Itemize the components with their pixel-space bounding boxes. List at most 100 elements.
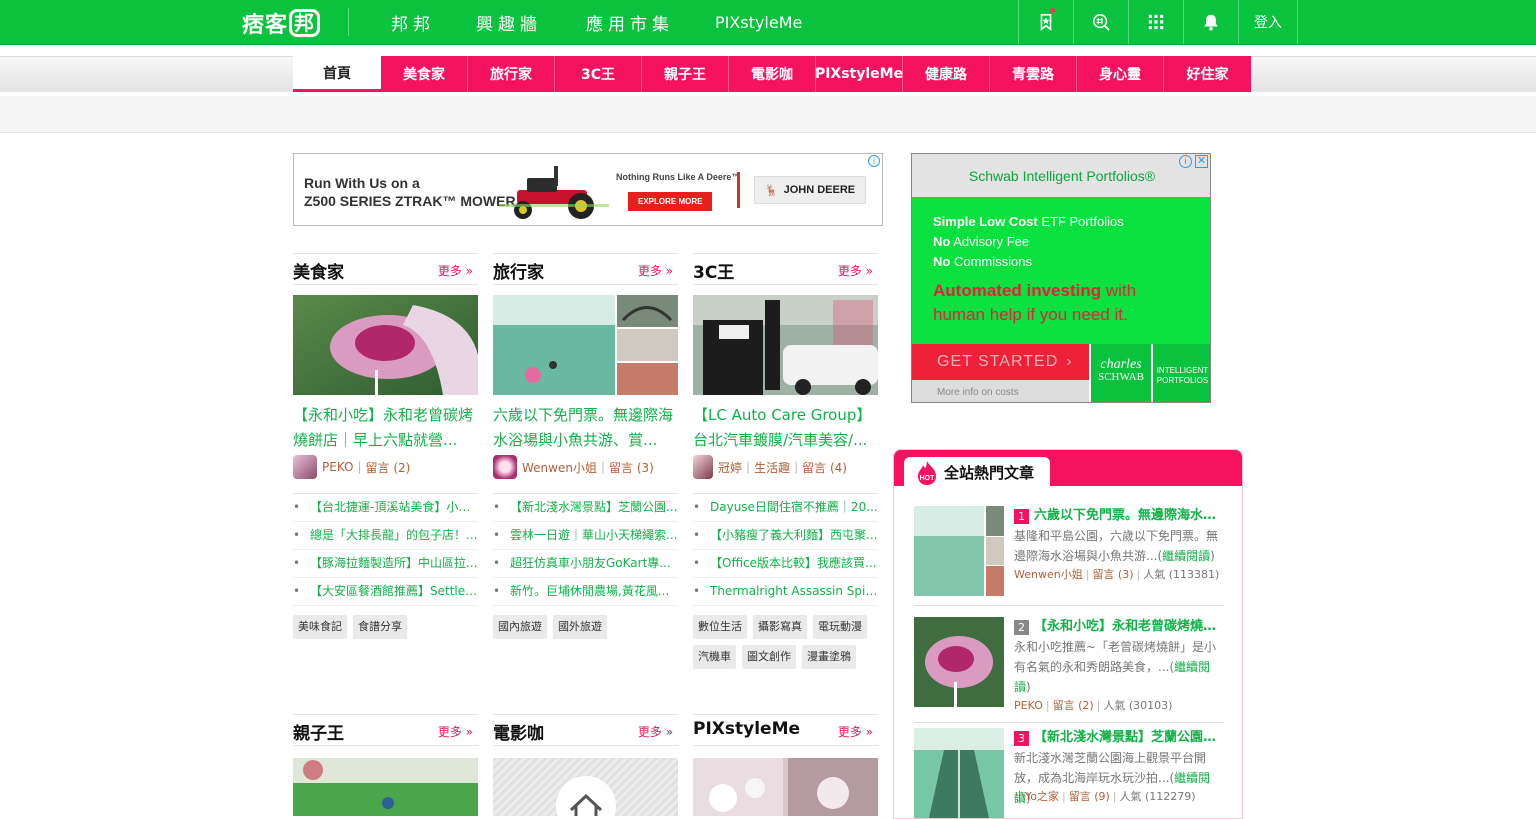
list-item[interactable]: 新竹。巨埔休閒農場,黃花風... xyxy=(493,578,678,606)
brand-line-1: charles xyxy=(1100,357,1142,372)
list-item[interactable]: 【台北捷運-頂溪站美食】小吃... xyxy=(293,494,478,522)
hot-article-thumbnail[interactable] xyxy=(914,506,1004,596)
pixnet-logo[interactable]: 痞客邦 xyxy=(242,8,321,38)
avatar[interactable] xyxy=(493,455,517,479)
bell-icon[interactable] xyxy=(1183,0,1238,44)
close-icon[interactable]: ✕ xyxy=(1195,155,1208,168)
author-name[interactable]: PEKO xyxy=(322,460,353,474)
placeholder-thumbnail[interactable] xyxy=(493,758,678,816)
more-link[interactable]: 更多 » xyxy=(838,262,873,279)
category-tab-mind[interactable]: 身心靈 xyxy=(1077,56,1164,92)
author-name[interactable]: 小Yo之家 xyxy=(1014,790,1059,803)
feature-thumbnail[interactable] xyxy=(693,758,878,816)
get-started-button[interactable]: GET STARTED › xyxy=(912,344,1089,380)
feature-title[interactable]: 六歲以下免門票。無邊際海水浴場與小魚共游、賞... xyxy=(493,403,678,453)
comment-count[interactable]: 留言 (3) xyxy=(1092,568,1133,581)
article-list: Dayuse日間住宿不推薦｜20... 【小豬瘦了義大利麵】西屯聚... 【Of… xyxy=(693,493,878,606)
list-item[interactable]: 【大安區餐酒館推薦】Settle ... xyxy=(293,578,478,606)
more-link[interactable]: 更多 » xyxy=(638,723,673,740)
hot-article-thumbnail[interactable] xyxy=(914,728,1004,818)
feature-thumbnail[interactable] xyxy=(493,295,678,395)
list-item[interactable]: Thermalright Assassin Spirit ... xyxy=(693,578,878,606)
meta-divider: | xyxy=(794,460,799,474)
continue-reading-link[interactable]: 繼續閱讀 xyxy=(1162,549,1210,563)
comment-count[interactable]: 留言 (2) xyxy=(1053,699,1094,712)
category-tab-pixstyleme[interactable]: PIXstyleMe xyxy=(815,56,903,92)
feature-title[interactable]: 【永和小吃】永和老曾碳烤燒餅店｜早上六點就營... xyxy=(293,403,478,453)
side-ad[interactable]: Schwab Intelligent Portfolios® Simple Lo… xyxy=(911,153,1211,403)
author-name[interactable]: Wenwen小姐 xyxy=(1014,568,1083,581)
comment-count[interactable]: 留言 (3) xyxy=(609,459,654,476)
category-tab-3c[interactable]: 3C王 xyxy=(555,56,642,92)
more-link[interactable]: 更多 » xyxy=(438,723,473,740)
hot-article-item[interactable]: 3 【新北淺水灣景點】芝蘭公園海上... 新北淺水灣芝蘭公園海上觀景平台開放，成… xyxy=(914,728,1224,818)
comment-count[interactable]: 留言 (2) xyxy=(366,459,411,476)
category-tab-movie[interactable]: 電影咖 xyxy=(729,56,816,92)
meta-divider: | xyxy=(357,460,362,474)
tag-button[interactable]: 美味食記 xyxy=(293,615,347,639)
category-tab-home[interactable]: 首頁 xyxy=(293,56,381,92)
topnav-interest-wall[interactable]: 興趣牆 xyxy=(476,0,542,44)
author-name[interactable]: Wenwen小姐 xyxy=(522,459,597,476)
more-info-link[interactable]: More info on costs xyxy=(912,380,1089,402)
tag-button[interactable]: 國外旅遊 xyxy=(553,615,607,639)
author-name[interactable]: 冠婷 xyxy=(718,459,742,476)
hot-article-title[interactable]: 六歲以下免門票。無邊際海水浴... xyxy=(1034,506,1224,526)
hot-article-thumbnail[interactable] xyxy=(914,617,1004,707)
avatar[interactable] xyxy=(693,455,713,479)
more-link[interactable]: 更多 » xyxy=(638,262,673,279)
category-tab-health[interactable]: 健康路 xyxy=(903,56,990,92)
adchoices-icon[interactable]: i xyxy=(868,155,880,167)
list-item[interactable]: 【豚海拉麵製造所】中山區拉... xyxy=(293,550,478,578)
ad-explore-button[interactable]: EXPLORE MORE xyxy=(628,192,713,211)
apps-grid-icon[interactable] xyxy=(1128,0,1183,44)
tag-button[interactable]: 食譜分享 xyxy=(353,615,407,639)
comment-count[interactable]: 留言 (9) xyxy=(1069,790,1110,803)
feature-thumbnail[interactable] xyxy=(693,295,878,395)
tag-button[interactable]: 漫畫塗鴉 xyxy=(802,645,856,669)
author-category[interactable]: 生活趣 xyxy=(754,459,790,476)
search-hash-icon[interactable] xyxy=(1073,0,1128,44)
comment-count[interactable]: 留言 (4) xyxy=(802,459,847,476)
feature-thumbnail[interactable] xyxy=(293,758,478,816)
topnav-bangbang[interactable]: 邦邦 xyxy=(391,0,435,44)
list-item[interactable]: 【小豬瘦了義大利麵】西屯聚... xyxy=(693,522,878,550)
tag-button[interactable]: 國內旅遊 xyxy=(493,615,547,639)
tag-button[interactable]: 圖文創作 xyxy=(742,645,796,669)
feature-thumbnail[interactable] xyxy=(293,295,478,395)
author-name[interactable]: PEKO xyxy=(1014,699,1043,712)
topnav-app-market[interactable]: 應用市集 xyxy=(586,0,674,44)
category-tab-parenting[interactable]: 親子王 xyxy=(642,56,729,92)
feature-meta: 冠婷 | 生活趣 | 留言 (4) xyxy=(693,455,847,479)
ad-line-2-bold: No xyxy=(933,234,951,249)
list-item[interactable]: 超狂仿真車小朋友GoKart專... xyxy=(493,550,678,578)
hot-article-title[interactable]: 【永和小吃】永和老曾碳烤燒餅店... xyxy=(1034,617,1224,637)
category-tab-home-living[interactable]: 好住家 xyxy=(1164,56,1251,92)
tag-button[interactable]: 攝影寫真 xyxy=(753,615,807,639)
topnav-pixstyleme[interactable]: PIXstyleMe xyxy=(715,0,802,44)
more-link[interactable]: 更多 » xyxy=(838,723,873,740)
tag-button[interactable]: 電玩動漫 xyxy=(813,615,867,639)
tag-button[interactable]: 數位生活 xyxy=(693,615,747,639)
list-item[interactable]: 總是「大排長龍」的包子店！... xyxy=(293,522,478,550)
feature-title[interactable]: 【LC Auto Care Group】台北汽車鍍膜/汽車美容/... xyxy=(693,403,878,453)
bookmark-star-icon[interactable] xyxy=(1018,0,1073,44)
avatar[interactable] xyxy=(293,455,317,479)
list-item[interactable]: 【Office版本比較】我應該買... xyxy=(693,550,878,578)
list-item[interactable]: 雲林一日遊｜華山小天梯繩索... xyxy=(493,522,678,550)
more-link[interactable]: 更多 » xyxy=(438,262,473,279)
hot-article-item[interactable]: 1 六歲以下免門票。無邊際海水浴... 基隆和平島公園，六歲以下免門票。無邊際海… xyxy=(914,506,1224,606)
category-tab-food[interactable]: 美食家 xyxy=(381,56,468,92)
banner-ad[interactable]: Run With Us on a Z500 SERIES ZTRAK™ MOWE… xyxy=(293,153,883,226)
category-tab-career[interactable]: 青雲路 xyxy=(990,56,1077,92)
meta-divider: | xyxy=(746,460,751,474)
login-button[interactable]: 登入 xyxy=(1238,0,1298,44)
hot-article-item[interactable]: 2 【永和小吃】永和老曾碳烤燒餅店... 永和小吃推薦~「老曾碳烤燒餅」是小有名… xyxy=(914,617,1224,723)
category-tab-travel[interactable]: 旅行家 xyxy=(468,56,555,92)
hot-article-title[interactable]: 【新北淺水灣景點】芝蘭公園海上... xyxy=(1034,728,1224,748)
adchoices-icon[interactable]: i xyxy=(1179,155,1192,168)
tag-button[interactable]: 汽機車 xyxy=(693,645,736,669)
logo-text: 痞客 xyxy=(242,13,289,38)
list-item[interactable]: 【新北淺水灣景點】芝蘭公園... xyxy=(493,494,678,522)
list-item[interactable]: Dayuse日間住宿不推薦｜20... xyxy=(693,494,878,522)
